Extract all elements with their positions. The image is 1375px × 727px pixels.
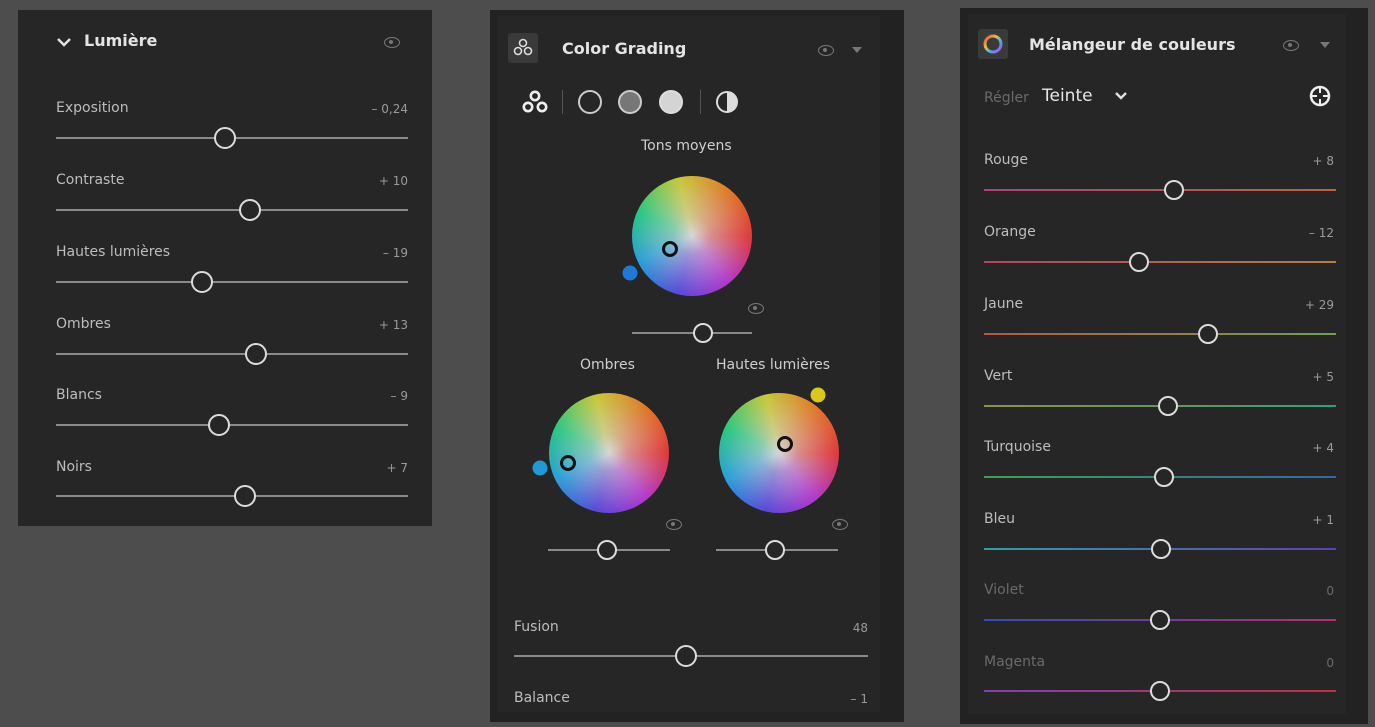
chevron-down-icon[interactable] — [1114, 91, 1128, 101]
slider-thumb-hautes-lumieres[interactable] — [191, 271, 213, 293]
mixer-value-turquoise[interactable]: + 4 — [1312, 441, 1334, 455]
adjust-label: Régler — [984, 90, 1029, 106]
mixer-track-jaune[interactable] — [984, 333, 1336, 335]
slider-track-blancs[interactable] — [56, 424, 408, 426]
slider-value-ombres[interactable]: + 13 — [379, 318, 408, 332]
mixer-value-orange[interactable]: – 12 — [1309, 226, 1334, 240]
mixer-label-jaune: Jaune — [984, 296, 1024, 312]
slider-value-hautes-lumieres[interactable]: – 19 — [383, 246, 408, 260]
slider-thumb-exposition[interactable] — [214, 127, 236, 149]
slider-label-noirs: Noirs — [56, 459, 92, 475]
mixer-track-orange[interactable] — [984, 261, 1336, 263]
highlights-luminance-thumb[interactable] — [765, 540, 785, 560]
shadows-wheel-handle[interactable] — [560, 455, 576, 471]
slider-label-contraste: Contraste — [56, 172, 125, 188]
mixer-thumb-magenta[interactable] — [1150, 681, 1170, 701]
mixer-label-magenta: Magenta — [984, 654, 1046, 670]
shadows-hue-dot[interactable] — [532, 460, 548, 476]
slider-track-hautes-lumieres[interactable] — [56, 281, 408, 283]
targeted-adjustment-icon[interactable] — [1308, 84, 1332, 108]
chevron-down-icon[interactable] — [56, 36, 72, 48]
slider-label-ombres: Ombres — [56, 316, 111, 332]
grading-panel: Color Grading Tons moyens Ombres Hautes … — [498, 16, 880, 712]
mixer-thumb-turquoise[interactable] — [1154, 467, 1174, 487]
slider-label-exposition: Exposition — [56, 100, 129, 116]
mixer-panel-title[interactable]: Mélangeur de couleurs — [1029, 35, 1235, 54]
slider-thumb-ombres[interactable] — [245, 343, 267, 365]
slider-track-noirs[interactable] — [56, 495, 408, 497]
three-way-view-icon[interactable] — [520, 88, 550, 116]
blending-value[interactable]: 48 — [853, 621, 868, 635]
mixer-label-violet: Violet — [984, 582, 1024, 598]
highlights-hue-dot[interactable] — [810, 387, 826, 403]
slider-thumb-noirs[interactable] — [234, 485, 256, 507]
mixer-value-violet[interactable]: 0 — [1326, 584, 1334, 598]
slider-label-blancs: Blancs — [56, 387, 102, 403]
midtones-color-wheel[interactable] — [632, 176, 752, 296]
shadows-color-wheel[interactable] — [549, 393, 669, 513]
midtones-label: Tons moyens — [641, 138, 732, 154]
mixer-thumb-vert[interactable] — [1158, 396, 1178, 416]
slider-label-hautes-lumieres: Hautes lumières — [56, 244, 171, 260]
mode-divider — [700, 90, 701, 114]
midtones-hue-dot[interactable] — [622, 265, 638, 281]
mixer-thumb-jaune[interactable] — [1198, 324, 1218, 344]
slider-thumb-contraste[interactable] — [239, 199, 261, 221]
mixer-thumb-rouge[interactable] — [1164, 180, 1184, 200]
midtones-wheel-handle[interactable] — [662, 241, 678, 257]
mixer-thumb-bleu[interactable] — [1151, 539, 1171, 559]
mixer-label-vert: Vert — [984, 368, 1013, 384]
mixer-panel: Mélangeur de couleurs Régler Teinte Roug… — [968, 14, 1346, 714]
balance-value[interactable]: – 1 — [851, 692, 868, 706]
slider-track-contraste[interactable] — [56, 209, 408, 211]
slider-value-blancs[interactable]: – 9 — [391, 389, 408, 403]
light-panel: Lumière Exposition – 0,24 Contraste + 10… — [18, 10, 432, 526]
panel-menu-triangle-icon[interactable] — [1320, 42, 1330, 48]
shadows-mode-icon[interactable] — [578, 90, 602, 114]
mixer-thumb-orange[interactable] — [1129, 252, 1149, 272]
mixer-label-bleu: Bleu — [984, 511, 1015, 527]
highlights-mode-icon[interactable] — [659, 90, 683, 114]
midtones-luminance-thumb[interactable] — [693, 323, 713, 343]
balance-label: Balance — [514, 690, 570, 706]
blending-slider-thumb[interactable] — [675, 645, 697, 667]
mixer-value-jaune[interactable]: + 29 — [1305, 298, 1334, 312]
mixer-label-turquoise: Turquoise — [984, 439, 1051, 455]
slider-track-ombres[interactable] — [56, 353, 408, 355]
mixer-value-vert[interactable]: + 5 — [1312, 370, 1334, 384]
midtones-mode-icon[interactable] — [618, 90, 642, 114]
color-grading-icon[interactable] — [508, 33, 538, 63]
adjust-dropdown-value[interactable]: Teinte — [1042, 86, 1093, 106]
visibility-eye-icon[interactable] — [818, 45, 834, 56]
mixer-value-rouge[interactable]: + 8 — [1312, 154, 1334, 168]
mixer-value-magenta[interactable]: 0 — [1326, 656, 1334, 670]
visibility-eye-icon[interactable] — [384, 37, 400, 48]
shadows-label: Ombres — [580, 357, 635, 373]
visibility-eye-icon[interactable] — [1283, 40, 1299, 51]
mixer-thumb-violet[interactable] — [1150, 610, 1170, 630]
light-panel-title[interactable]: Lumière — [84, 31, 157, 50]
slider-thumb-blancs[interactable] — [208, 414, 230, 436]
highlights-eye-icon[interactable] — [832, 519, 848, 530]
panel-menu-triangle-icon[interactable] — [852, 47, 862, 53]
slider-value-exposition[interactable]: – 0,24 — [371, 102, 408, 116]
slider-value-noirs[interactable]: + 7 — [386, 461, 408, 475]
color-mixer-icon[interactable] — [978, 29, 1008, 59]
mixer-track-rouge[interactable] — [984, 189, 1336, 191]
midtones-eye-icon[interactable] — [748, 303, 764, 314]
mixer-value-bleu[interactable]: + 1 — [1312, 513, 1334, 527]
highlights-color-wheel[interactable] — [719, 393, 839, 513]
blending-label: Fusion — [514, 619, 559, 635]
mode-divider — [562, 90, 563, 114]
mixer-label-rouge: Rouge — [984, 152, 1029, 168]
global-mode-icon[interactable] — [714, 89, 740, 115]
shadows-luminance-thumb[interactable] — [597, 540, 617, 560]
grading-panel-title[interactable]: Color Grading — [562, 39, 686, 58]
slider-value-contraste[interactable]: + 10 — [379, 174, 408, 188]
highlights-wheel-handle[interactable] — [777, 436, 793, 452]
highlights-label: Hautes lumières — [716, 357, 831, 373]
mixer-label-orange: Orange — [984, 224, 1036, 240]
shadows-eye-icon[interactable] — [666, 519, 682, 530]
midtones-luminance-track[interactable] — [632, 332, 752, 334]
